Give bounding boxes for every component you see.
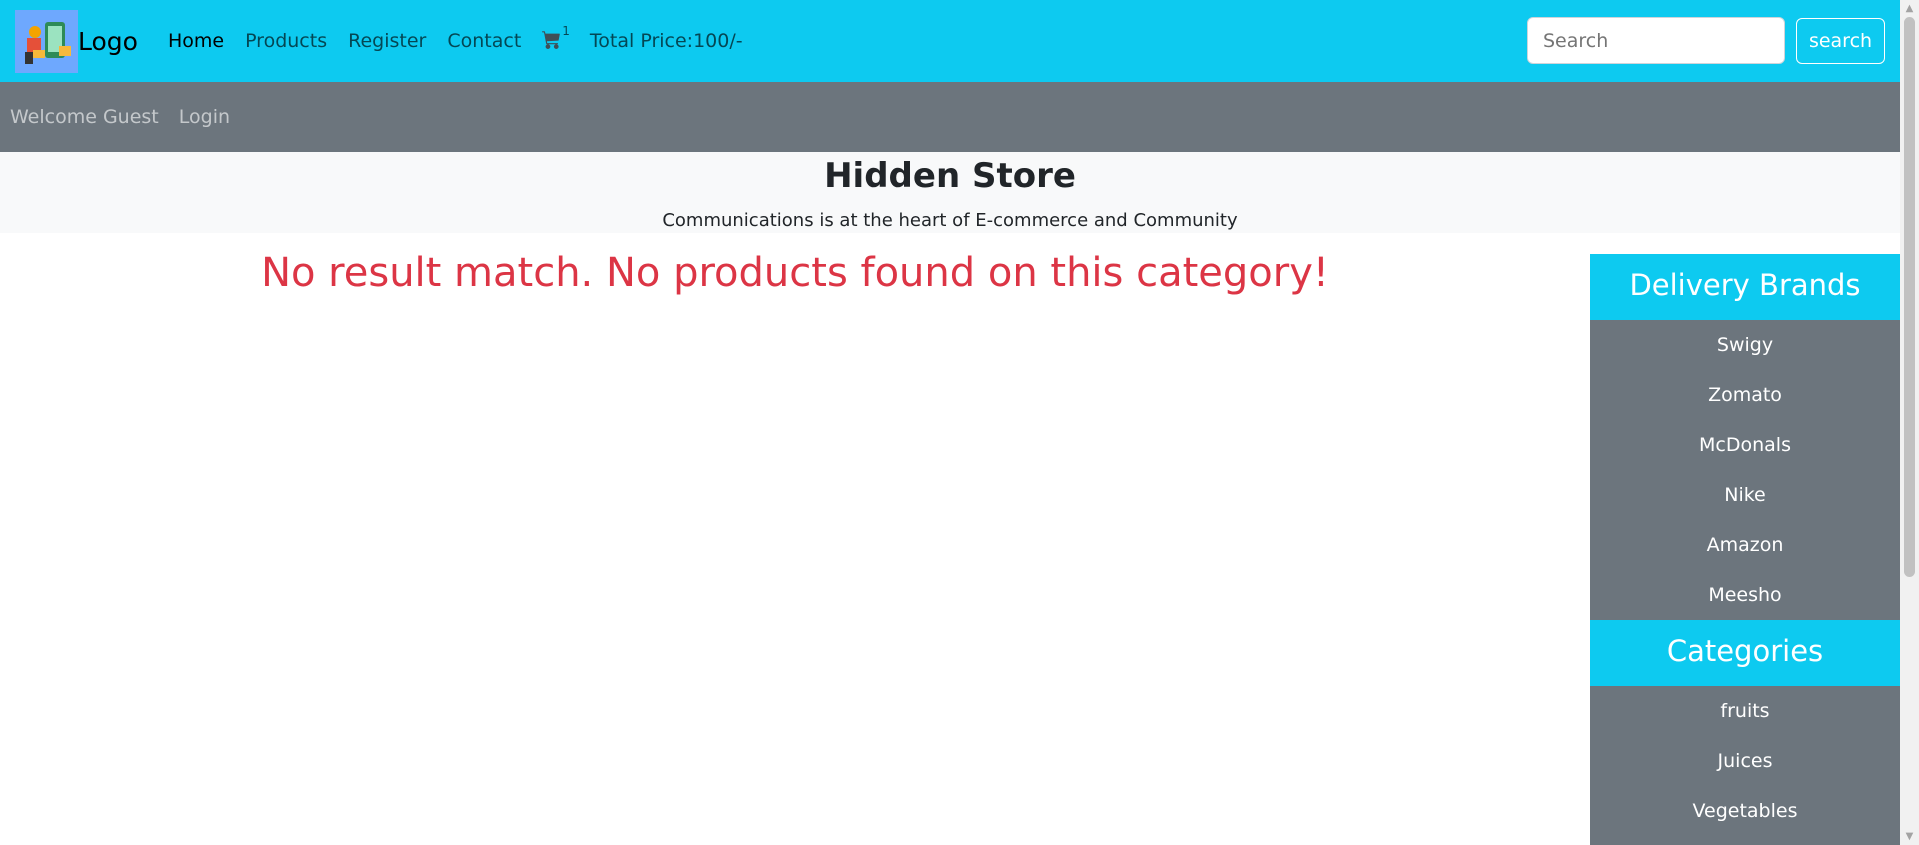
brands-heading: Delivery Brands [1590,254,1900,320]
brand-item-zomato[interactable]: Zomato [1590,370,1900,420]
brand-item-nike[interactable]: Nike [1590,470,1900,520]
cart-count: 1 [562,23,570,38]
search-input[interactable] [1527,17,1785,64]
search-button[interactable]: search [1796,17,1885,64]
scroll-up-arrow-icon[interactable]: ▲ [1900,0,1919,17]
page-title: Hidden Store [824,156,1076,196]
scroll-down-arrow-icon[interactable]: ▼ [1900,828,1919,845]
top-navbar: Logo Home Products Register Contact 1 To… [0,0,1900,82]
brand-item-swigy[interactable]: Swigy [1590,320,1900,370]
store-header: Hidden Store Communications is at the he… [0,152,1900,233]
login-link[interactable]: Login [179,106,230,128]
user-bar: Welcome Guest Login [0,82,1900,152]
sidebar: Delivery Brands Swigy Zomato McDonals Ni… [1590,254,1900,845]
cart-icon [542,30,561,53]
nav-products-link[interactable]: Products [245,30,327,52]
scroll-thumb[interactable] [1904,17,1915,577]
category-item-juices[interactable]: Juices [1590,736,1900,786]
brand[interactable]: Logo [15,9,138,73]
search-form: search [1527,17,1885,64]
brand-item-meesho[interactable]: Meesho [1590,570,1900,620]
category-item-fruits[interactable]: fruits [1590,686,1900,736]
category-item-vegetables[interactable]: Vegetables [1590,786,1900,836]
brand-item-mcdonals[interactable]: McDonals [1590,420,1900,470]
welcome-text: Welcome Guest [10,106,159,128]
page-scrollbar[interactable]: ▲ ▼ [1900,0,1919,845]
cart-link[interactable]: 1 [542,24,570,53]
no-result-message: No result match. No products found on th… [261,250,1329,296]
categories-heading: Categories [1590,620,1900,686]
nav-home-link[interactable]: Home [168,30,224,52]
brand-item-amazon[interactable]: Amazon [1590,520,1900,570]
logo-image [15,9,78,73]
nav-links: Home Products Register Contact 1 Total P… [168,24,743,53]
nav-contact-link[interactable]: Contact [447,30,521,52]
page-subtitle: Communications is at the heart of E-comm… [662,210,1238,231]
brand-label: Logo [78,26,138,56]
nav-register-link[interactable]: Register [348,30,426,52]
total-price: Total Price:100/- [589,30,743,52]
